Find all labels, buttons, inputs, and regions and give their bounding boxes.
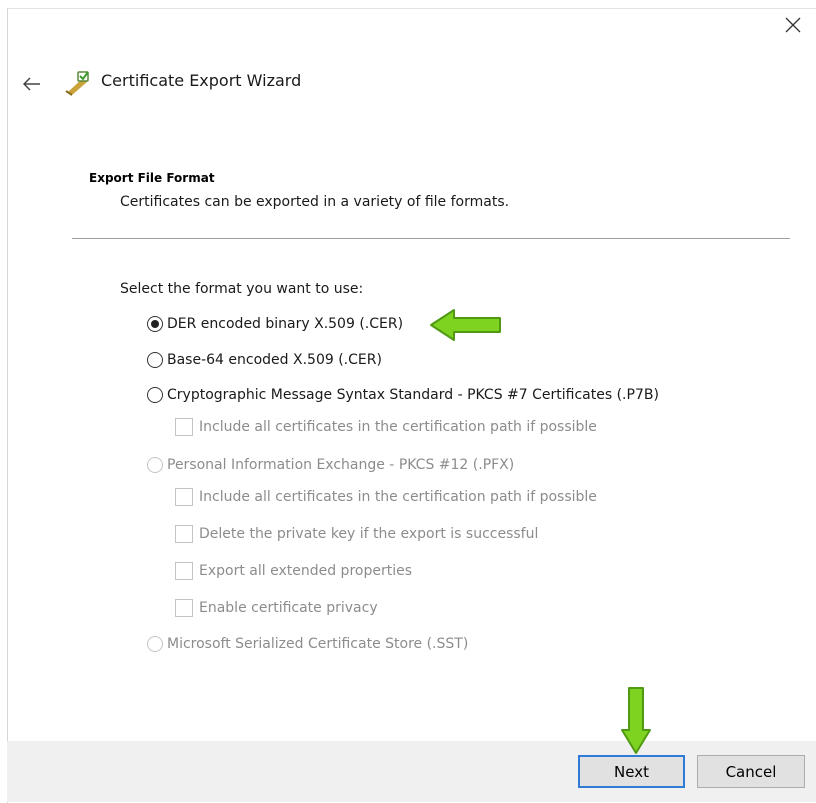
- radio-base64[interactable]: Base-64 encoded X.509 (.CER): [147, 352, 382, 368]
- checkbox-label: Include all certificates in the certific…: [199, 419, 597, 435]
- checkbox-label: Export all extended properties: [199, 563, 412, 579]
- close-icon: [785, 17, 801, 33]
- checkbox-delete-private-key: Delete the private key if the export is …: [175, 525, 538, 543]
- divider: [72, 238, 790, 239]
- radio-label: Personal Information Exchange - PKCS #12…: [167, 457, 515, 473]
- section-description: Certificates can be exported in a variet…: [120, 194, 510, 210]
- back-arrow-icon: [23, 77, 40, 91]
- checkbox-label: Delete the private key if the export is …: [199, 526, 539, 542]
- format-prompt: Select the format you want to use:: [120, 281, 364, 297]
- annotation-arrow-down-icon: [621, 687, 651, 754]
- radio-pfx: Personal Information Exchange - PKCS #12…: [147, 457, 514, 473]
- checkbox: [175, 488, 193, 506]
- radio-label: Cryptographic Message Syntax Standard - …: [167, 387, 659, 403]
- radio-button[interactable]: [147, 316, 163, 332]
- checkbox-export-extended-properties: Export all extended properties: [175, 562, 412, 580]
- back-button[interactable]: [18, 72, 46, 96]
- checkbox: [175, 418, 193, 436]
- radio-button: [147, 457, 163, 473]
- radio-sst: Microsoft Serialized Certificate Store (…: [147, 636, 468, 652]
- checkbox-label: Include all certificates in the certific…: [199, 489, 597, 505]
- close-button[interactable]: [778, 10, 808, 40]
- wizard-title: Certificate Export Wizard: [101, 71, 302, 90]
- section-heading: Export File Format: [89, 171, 215, 185]
- checkbox-p7b-include-path: Include all certificates in the certific…: [175, 418, 597, 436]
- wizard-footer: [7, 741, 816, 802]
- checkbox-enable-certificate-privacy: Enable certificate privacy: [175, 599, 378, 617]
- radio-button: [147, 636, 163, 652]
- checkbox: [175, 525, 193, 543]
- radio-pkcs7[interactable]: Cryptographic Message Syntax Standard - …: [147, 387, 659, 403]
- checkbox: [175, 599, 193, 617]
- wizard-window: [7, 8, 816, 803]
- radio-button[interactable]: [147, 387, 163, 403]
- checkbox: [175, 562, 193, 580]
- radio-der[interactable]: DER encoded binary X.509 (.CER): [147, 316, 403, 332]
- checkbox-pfx-include-path: Include all certificates in the certific…: [175, 488, 597, 506]
- cancel-button[interactable]: Cancel: [697, 755, 805, 788]
- annotation-arrow-left-icon: [430, 309, 501, 341]
- radio-label: DER encoded binary X.509 (.CER): [167, 316, 404, 332]
- checkbox-label: Enable certificate privacy: [199, 600, 378, 616]
- certificate-icon: [65, 71, 89, 96]
- radio-label: Microsoft Serialized Certificate Store (…: [167, 636, 469, 652]
- next-button[interactable]: Next: [578, 755, 685, 788]
- radio-label: Base-64 encoded X.509 (.CER): [167, 352, 382, 368]
- radio-button[interactable]: [147, 352, 163, 368]
